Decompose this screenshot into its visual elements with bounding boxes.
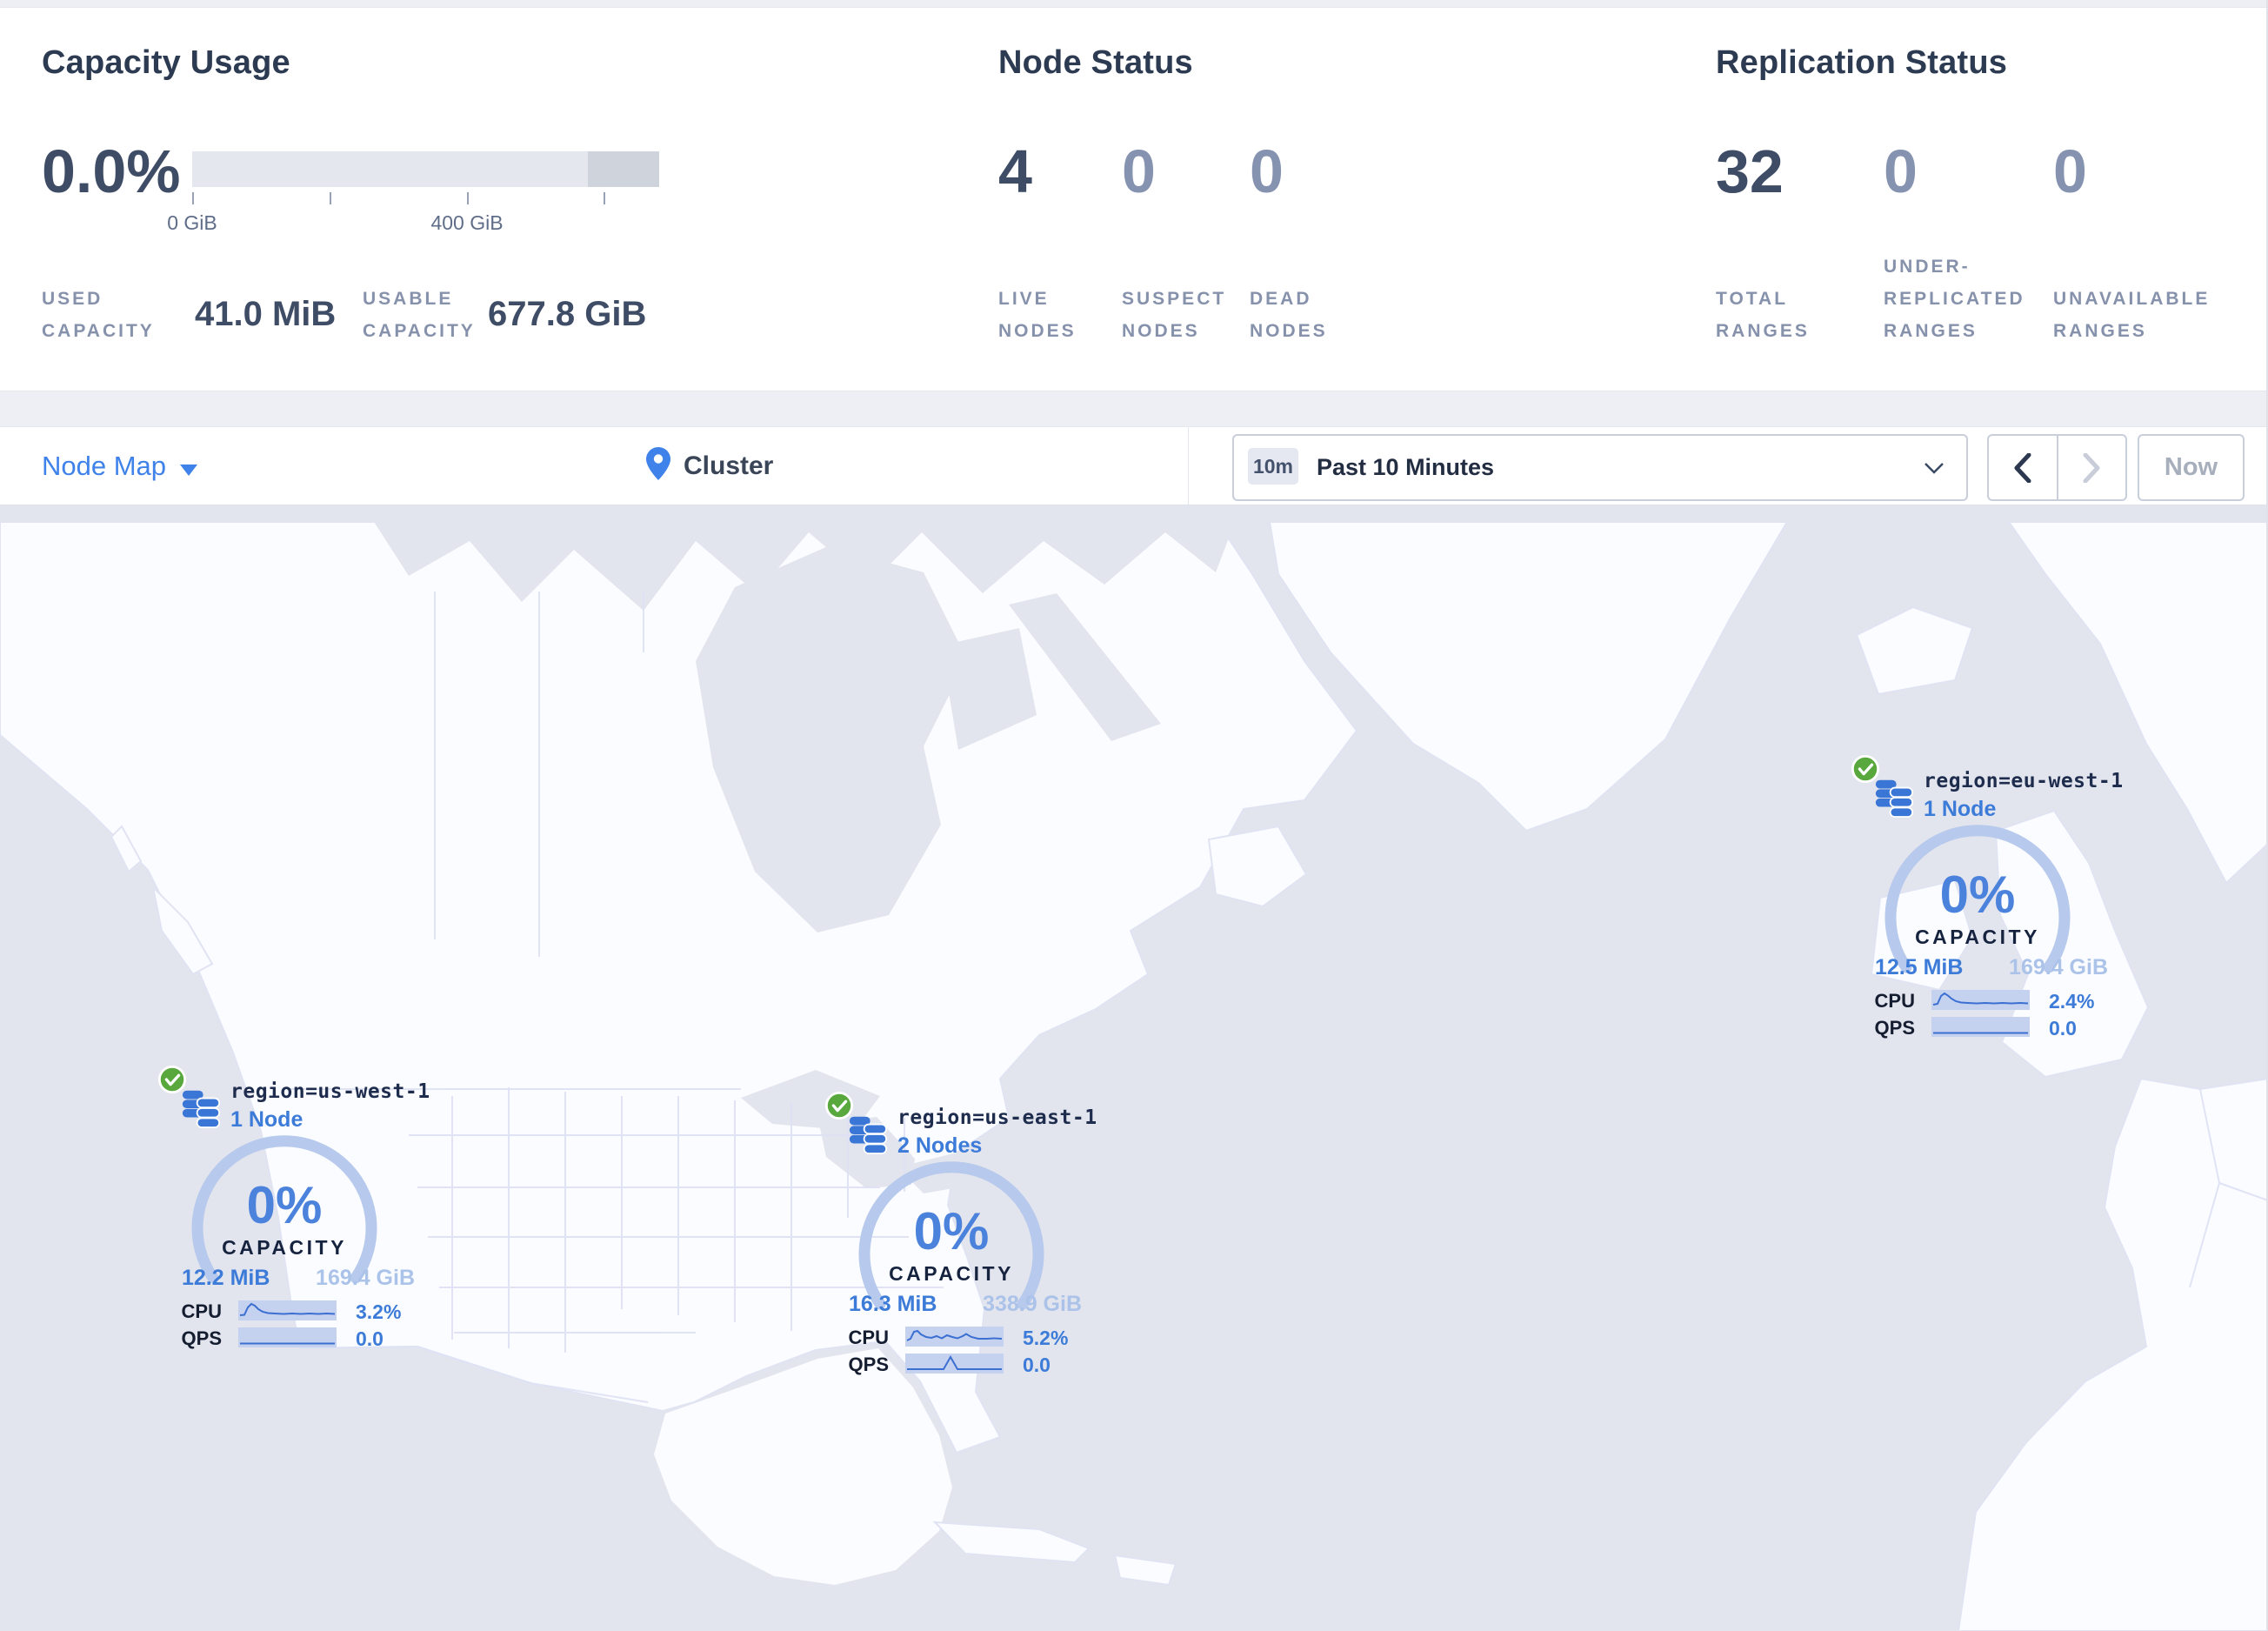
cpu-sparkline <box>238 1300 337 1320</box>
database-nodes-icon <box>849 1116 887 1154</box>
qps-value: 0.0 <box>356 1327 384 1350</box>
qps-sparkline <box>1931 1017 2030 1037</box>
qps-value: 0.0 <box>1023 1354 1051 1376</box>
capacity-used-segment <box>588 151 659 187</box>
cpu-label: CPU <box>848 1327 889 1348</box>
locality-total-capacity: 338.9 GiB <box>983 1292 1082 1316</box>
locality-capacity-label: CAPACITY <box>1915 926 2040 948</box>
cpu-value: 3.2% <box>356 1300 402 1323</box>
cpu-metric-row: CPU 5.2% <box>812 1327 1099 1349</box>
locality-total-capacity: 169.4 GiB <box>316 1266 415 1290</box>
qps-metric-row: QPS 0.0 <box>1838 1017 2125 1039</box>
cluster-overview-page: Capacity Usage 0.0% 0 GiB 400 GiB USED C… <box>0 0 2268 1631</box>
locality-used-capacity: 16.3 MiB <box>849 1292 937 1316</box>
total-ranges-value: 32 <box>1716 137 1784 205</box>
toolbar-divider <box>1188 427 1189 505</box>
time-step-buttons <box>1987 434 2127 501</box>
cpu-sparkline <box>905 1327 1004 1347</box>
unavailable-ranges-value: 0 <box>2053 137 2087 205</box>
chevron-down-icon <box>180 465 197 476</box>
usable-capacity-value: 677.8 GiB <box>488 295 647 333</box>
live-nodes-value: 4 <box>998 137 1032 205</box>
qps-label: QPS <box>1874 1017 1915 1039</box>
locality-capacity-percent: 0% <box>1939 866 2016 924</box>
locality-capacity-percent: 0% <box>913 1202 990 1260</box>
locality-used-capacity: 12.2 MiB <box>182 1266 270 1290</box>
dead-nodes-value: 0 <box>1250 137 1284 205</box>
under-replicated-ranges-value: 0 <box>1884 137 1918 205</box>
locality-capacity-label: CAPACITY <box>889 1262 1014 1285</box>
under-replicated-ranges-label: UNDER-REPLICATED RANGES <box>1884 257 2025 341</box>
time-window-badge: 10m <box>1248 448 1298 485</box>
suspect-nodes-value: 0 <box>1122 137 1156 205</box>
map-toolbar: Node Map Cluster 10m Past 10 Minutes Now <box>0 426 2266 505</box>
cpu-value: 5.2% <box>1023 1327 1069 1349</box>
location-pin-icon <box>646 447 670 480</box>
cpu-label: CPU <box>1874 990 1915 1012</box>
qps-sparkline <box>905 1354 1004 1374</box>
cpu-value: 2.4% <box>2049 990 2095 1013</box>
node-map[interactable]: region=us-west-1 1 Node 0% CAPACITY 12.2… <box>0 505 2266 1631</box>
view-selector-dropdown[interactable]: Node Map <box>42 451 166 482</box>
cpu-sparkline <box>1931 990 2030 1010</box>
locality-marker-us-east-1[interactable]: region=us-east-1 2 Nodes 0% CAPACITY 16.… <box>812 1091 1125 1391</box>
axis-tick <box>192 192 194 204</box>
time-range-select[interactable]: 10m Past 10 Minutes <box>1232 434 1968 501</box>
locality-capacity-label: CAPACITY <box>222 1236 347 1259</box>
cpu-label: CPU <box>181 1300 222 1322</box>
axis-tick <box>467 192 469 204</box>
suspect-nodes-label: SUSPECT NODES <box>1122 289 1227 341</box>
chevron-left-icon <box>2014 452 2031 483</box>
axis-tick <box>330 192 331 204</box>
chevron-down-icon <box>1924 463 1944 474</box>
dead-nodes-label: DEAD NODES <box>1250 289 1328 341</box>
axis-tick-label: 0 GiB <box>167 211 217 234</box>
locality-marker-eu-west-1[interactable]: region=eu-west-1 1 Node 0% CAPACITY 12.5… <box>1838 754 2151 1054</box>
qps-metric-row: QPS 0.0 <box>812 1354 1099 1376</box>
now-button[interactable]: Now <box>2138 434 2245 501</box>
locality-total-capacity: 169.4 GiB <box>2009 955 2108 979</box>
locality-capacity-percent: 0% <box>246 1176 323 1234</box>
replication-status-title: Replication Status <box>1716 44 2008 81</box>
qps-label: QPS <box>181 1327 222 1349</box>
axis-tick <box>604 192 605 204</box>
cpu-metric-row: CPU 3.2% <box>145 1300 432 1323</box>
locality-used-capacity: 12.5 MiB <box>1875 955 1964 979</box>
database-nodes-icon <box>1875 779 1913 818</box>
live-nodes-label: LIVE NODES <box>998 289 1077 341</box>
qps-label: QPS <box>848 1354 889 1375</box>
node-status-title: Node Status <box>998 44 1193 81</box>
chevron-right-icon <box>2083 452 2100 483</box>
qps-sparkline <box>238 1327 337 1347</box>
axis-tick-label: 400 GiB <box>430 211 504 234</box>
locality-node-count: 1 Node <box>1924 797 1997 821</box>
capacity-usage-title: Capacity Usage <box>42 44 290 81</box>
total-ranges-label: TOTAL RANGES <box>1716 289 1810 341</box>
cpu-metric-row: CPU 2.4% <box>1838 990 2125 1013</box>
locality-marker-us-west-1[interactable]: region=us-west-1 1 Node 0% CAPACITY 12.2… <box>145 1065 458 1365</box>
qps-value: 0.0 <box>2049 1017 2077 1039</box>
breadcrumb[interactable]: Cluster <box>645 446 773 481</box>
used-capacity-value: 41.0 MiB <box>195 295 337 333</box>
unavailable-ranges-label: UNAVAILABLE RANGES <box>2053 289 2211 341</box>
time-step-forward-button[interactable] <box>2058 436 2126 499</box>
capacity-usage-bar <box>192 151 659 187</box>
time-step-back-button[interactable] <box>1989 436 2058 499</box>
cluster-summary-panel: Capacity Usage 0.0% 0 GiB 400 GiB USED C… <box>0 7 2266 391</box>
database-nodes-icon <box>182 1090 220 1128</box>
capacity-percent: 0.0% <box>42 137 181 205</box>
locality-region-label: region=us-west-1 <box>230 1080 430 1103</box>
qps-metric-row: QPS 0.0 <box>145 1327 432 1350</box>
usable-capacity-label: USABLE CAPACITY <box>363 289 476 341</box>
used-capacity-label: USED CAPACITY <box>42 289 155 341</box>
breadcrumb-label: Cluster <box>684 451 774 480</box>
locality-region-label: region=us-east-1 <box>897 1106 1097 1129</box>
locality-node-count: 1 Node <box>230 1107 304 1132</box>
locality-region-label: region=eu-west-1 <box>1924 770 2124 792</box>
time-window-label: Past 10 Minutes <box>1317 454 1495 480</box>
locality-node-count: 2 Nodes <box>897 1133 983 1158</box>
